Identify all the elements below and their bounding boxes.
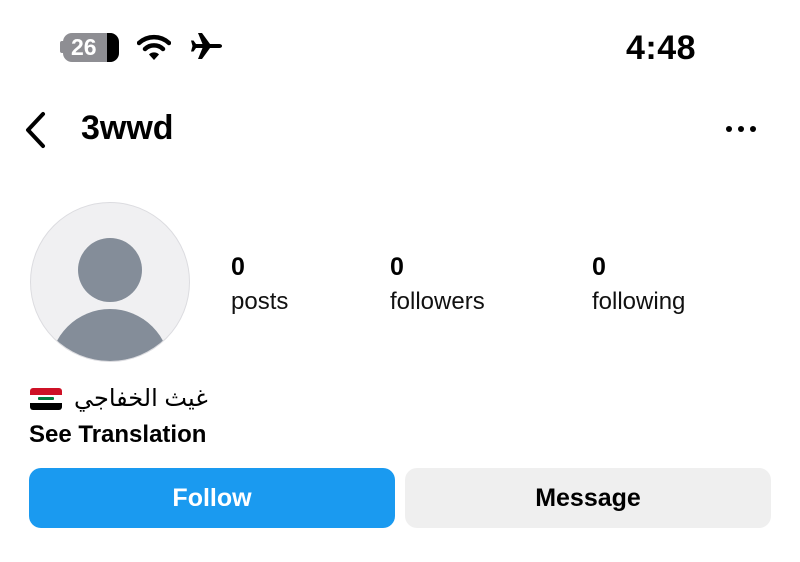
stat-followers[interactable]: 0 followers (390, 253, 485, 316)
stat-following[interactable]: 0 following (592, 253, 685, 316)
wifi-icon (136, 32, 172, 67)
stat-following-count: 0 (592, 253, 606, 281)
chevron-left-icon[interactable] (22, 110, 48, 155)
iraq-flag-icon (30, 387, 62, 410)
stat-followers-count: 0 (390, 253, 404, 281)
see-translation-link[interactable]: See Translation (29, 421, 206, 449)
profile-username: 3wwd (81, 109, 174, 147)
stat-posts[interactable]: 0 posts (231, 253, 288, 316)
message-button[interactable]: Message (405, 468, 771, 528)
airplane-icon (190, 31, 224, 66)
stat-posts-label: posts (231, 288, 289, 315)
stat-following-label: following (592, 288, 686, 315)
battery-icon: 26 (63, 33, 119, 62)
bio-text: غيث الخفاجي (74, 385, 208, 412)
follow-button[interactable]: Follow (29, 468, 395, 528)
stat-posts-count: 0 (231, 253, 245, 281)
battery-level: 26 (71, 34, 97, 60)
stat-followers-label: followers (390, 288, 485, 315)
ellipsis-icon[interactable] (724, 122, 758, 140)
default-avatar-icon[interactable] (30, 202, 190, 362)
status-time: 4:48 (626, 29, 697, 67)
profile-bio: غيث الخفاجي (30, 384, 208, 413)
